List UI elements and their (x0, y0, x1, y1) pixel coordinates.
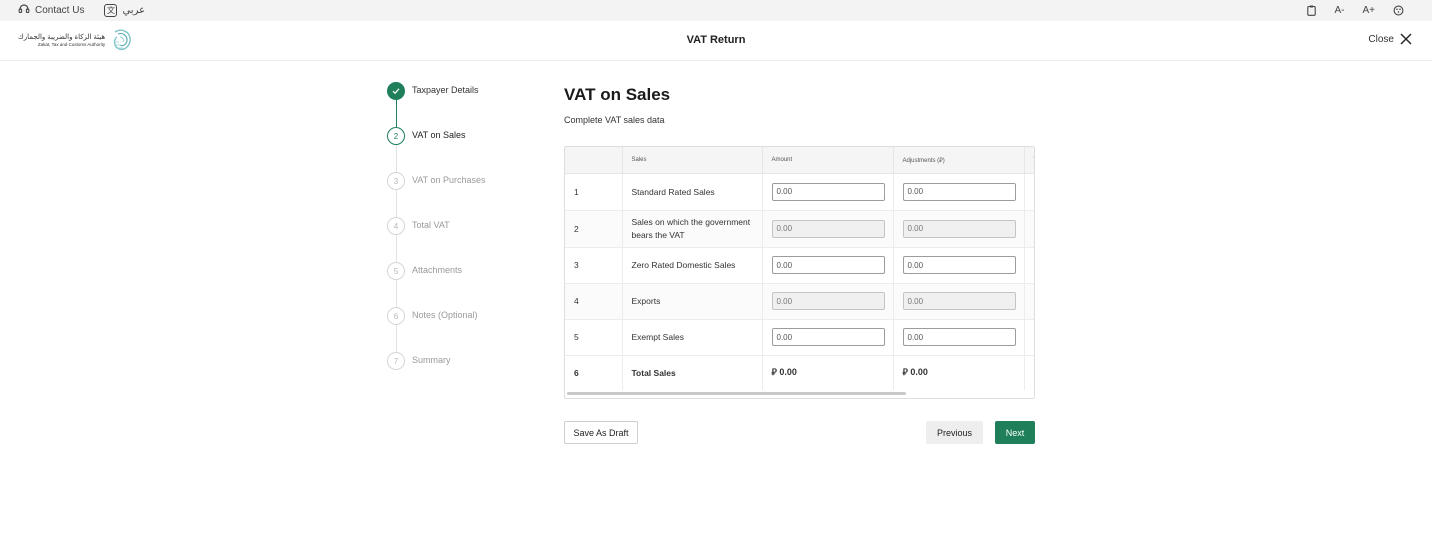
clipboard-icon[interactable] (1307, 5, 1317, 16)
table-row: 1 Standard Rated Sales 0.00 0.00 (565, 173, 1034, 211)
headset-icon (18, 3, 30, 18)
amount-input[interactable]: 0.00 (771, 256, 885, 274)
section-subtitle: Complete VAT sales data (564, 115, 665, 125)
language-label: عربي (122, 5, 146, 16)
close-label: Close (1368, 33, 1394, 45)
table-header-row: Sales Amount Adjustments (⃁) V (565, 147, 1034, 174)
contrast-icon[interactable] (1393, 5, 1404, 16)
adjustments-input-disabled: 0.00 (902, 219, 1016, 238)
row-index: 6 (565, 355, 623, 390)
table-row-total: 6 Total Sales ⃁ 0.00 ⃁ 0.00 (565, 355, 1034, 390)
step-label: Summary (412, 355, 451, 365)
stepper-line-completed (396, 100, 397, 127)
total-amount: ⃁ 0.00 (762, 355, 894, 390)
row-index: 1 (565, 173, 623, 211)
step-number: 4 (387, 217, 405, 235)
column-header-adjustments: Adjustments (⃁) (893, 147, 1025, 174)
step-notes[interactable]: 6 Notes (Optional) (387, 307, 478, 325)
save-as-draft-button[interactable]: Save As Draft (564, 421, 638, 444)
amount-input[interactable]: 0.00 (771, 328, 885, 346)
text-smaller-icon[interactable]: A- (1334, 5, 1344, 16)
app-header: هيئة الزكاة والضريبة والجمارك Zakat, Tax… (0, 21, 1432, 61)
step-number: 2 (387, 127, 405, 145)
language-switch[interactable]: 文 عربي (104, 4, 145, 17)
adjustments-input[interactable]: 0.00 (902, 182, 1016, 201)
vat-cell (1024, 247, 1034, 284)
step-label: Notes (Optional) (412, 310, 478, 320)
step-total-vat[interactable]: 4 Total VAT (387, 217, 450, 235)
contact-us-link[interactable]: Contact Us (18, 3, 84, 18)
step-label: Taxpayer Details (412, 85, 479, 95)
row-index: 5 (565, 319, 623, 356)
check-icon (387, 82, 405, 100)
amount-input-disabled: 0.00 (771, 219, 885, 238)
step-taxpayer-details[interactable]: Taxpayer Details (387, 82, 479, 100)
vat-cell (1024, 283, 1034, 320)
text-larger-icon[interactable]: A+ (1362, 5, 1375, 16)
vat-sales-table[interactable]: Sales Amount Adjustments (⃁) V 1 Standar… (564, 146, 1035, 399)
step-vat-on-sales[interactable]: 2 VAT on Sales (387, 127, 466, 145)
horizontal-scrollbar[interactable] (567, 392, 906, 395)
step-number: 5 (387, 262, 405, 280)
language-icon: 文 (104, 4, 118, 17)
adjustments-input[interactable]: 0.00 (902, 328, 1016, 346)
total-adjustments: ⃁ 0.00 (893, 355, 1025, 390)
previous-button[interactable]: Previous (926, 421, 983, 444)
column-header-vat: V (1024, 147, 1034, 174)
amount-input-disabled: 0.00 (771, 292, 885, 310)
vat-cell (1024, 355, 1034, 390)
step-label: VAT on Sales (412, 130, 466, 140)
adjustments-input[interactable]: 0.00 (902, 256, 1016, 274)
table-row: 5 Exempt Sales 0.00 0.00 (565, 319, 1034, 356)
row-sales-type: Sales on which the government bears the … (622, 210, 763, 248)
step-summary[interactable]: 7 Summary (387, 352, 451, 370)
close-button[interactable]: Close (1368, 33, 1412, 45)
adjustments-input-disabled: 0.00 (902, 292, 1016, 310)
vat-cell (1024, 173, 1034, 211)
step-label: Total VAT (412, 220, 450, 230)
close-icon (1400, 33, 1412, 45)
step-attachments[interactable]: 5 Attachments (387, 262, 462, 280)
row-sales-type: Standard Rated Sales (622, 173, 763, 211)
page-title: VAT Return (686, 34, 746, 46)
step-number: 7 (387, 352, 405, 370)
step-number: 3 (387, 172, 405, 190)
next-button[interactable]: Next (995, 421, 1035, 444)
step-number: 6 (387, 307, 405, 325)
column-header-index (565, 147, 623, 174)
vat-cell (1024, 319, 1034, 356)
row-sales-type: Exempt Sales (622, 319, 763, 356)
table-row: 2 Sales on which the government bears th… (565, 210, 1034, 248)
table-row: 4 Exports 0.00 0.00 (565, 283, 1034, 320)
column-header-sales: Sales (622, 147, 763, 174)
step-label: Attachments (412, 265, 463, 275)
step-label: VAT on Purchases (412, 175, 486, 185)
row-sales-type: Zero Rated Domestic Sales (622, 247, 763, 284)
row-index: 4 (565, 283, 623, 320)
step-vat-on-purchases[interactable]: 3 VAT on Purchases (387, 172, 486, 190)
utility-bar: Contact Us 文 عربي A- A+ (0, 0, 1432, 21)
row-sales-type: Total Sales (622, 355, 763, 390)
section-title: VAT on Sales (564, 85, 671, 104)
row-index: 2 (565, 210, 623, 248)
amount-input[interactable]: 0.00 (771, 182, 885, 201)
contact-us-label: Contact Us (35, 5, 85, 16)
column-header-amount: Amount (762, 147, 894, 174)
vat-cell (1024, 210, 1034, 248)
row-index: 3 (565, 247, 623, 284)
table-row: 3 Zero Rated Domestic Sales 0.00 0.00 (565, 247, 1034, 284)
row-sales-type: Exports (622, 283, 763, 320)
